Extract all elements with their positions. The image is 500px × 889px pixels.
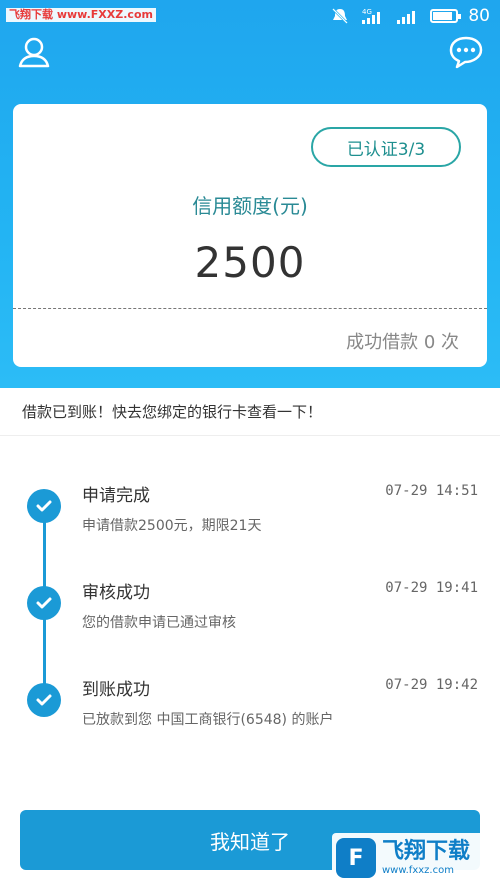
watermark-logo: F 飞翔下载 www.fxxz.com [332, 833, 492, 883]
notice-text: 借款已到账！快去您绑定的银行卡查看一下！ [0, 388, 500, 436]
signal-icon [397, 11, 416, 24]
status-icons: 4G 80 [330, 6, 490, 26]
step-title: 申请完成 [82, 486, 150, 506]
credit-limit-label: 信用额度(元) [192, 194, 308, 218]
battery-icon [430, 9, 462, 23]
status-bar: 飞翔下载 www.FXXZ.com 4G 80 [0, 0, 500, 30]
timeline-step: 申请完成 07-29 14:51 申请借款2500元，期限21天 [0, 481, 500, 561]
check-icon [27, 586, 61, 620]
step-title: 审核成功 [82, 583, 150, 603]
step-description: 已放款到您 中国工商银行(6548) 的账户 [82, 712, 334, 728]
logo-url: www.fxxz.com [382, 864, 454, 876]
step-time: 07-29 19:42 [385, 677, 478, 693]
check-icon [27, 683, 61, 717]
chat-bubble-icon[interactable] [448, 34, 484, 70]
mute-icon [332, 8, 349, 24]
logo-text: 飞翔下载 [382, 839, 471, 865]
verified-badge[interactable]: 已认证3/3 [311, 127, 461, 167]
step-title: 到账成功 [82, 680, 150, 700]
signal-4g-icon: 4G [362, 8, 381, 24]
borrow-count: 成功借款 0 次 [346, 332, 459, 353]
battery-level: 80 [468, 6, 490, 26]
timeline-step: 审核成功 07-29 19:41 您的借款申请已通过审核 [0, 578, 500, 658]
user-icon[interactable] [16, 34, 52, 70]
step-time: 07-29 14:51 [385, 483, 478, 499]
step-time: 07-29 19:41 [385, 580, 478, 596]
credit-card-panel: 已认证3/3 信用额度(元) 2500 成功借款 0 次 [13, 104, 487, 367]
timeline-step: 到账成功 07-29 19:42 已放款到您 中国工商银行(6548) 的账户 [0, 675, 500, 755]
credit-limit-amount: 2500 [194, 238, 306, 287]
watermark-text: 飞翔下载 www.FXXZ.com [6, 8, 156, 22]
dashed-divider [13, 308, 487, 309]
network-label: 4G [362, 8, 372, 16]
check-icon [27, 489, 61, 523]
step-description: 申请借款2500元，期限21天 [82, 518, 262, 534]
logo-icon: F [336, 838, 376, 878]
step-description: 您的借款申请已通过审核 [82, 615, 236, 631]
